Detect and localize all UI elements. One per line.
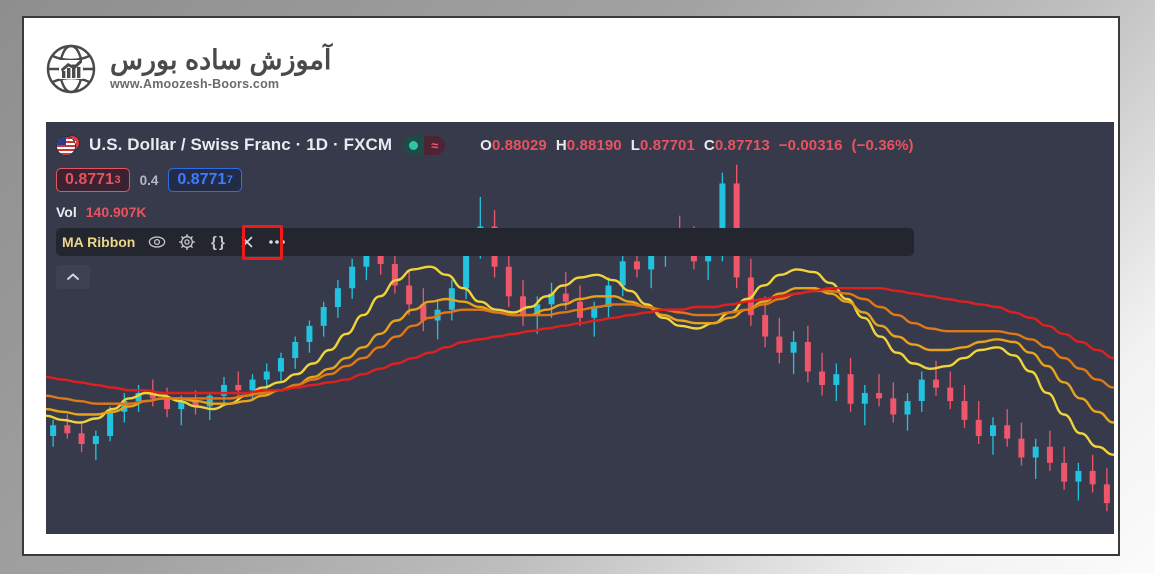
data-delayed-icon: ≈ [424, 136, 445, 155]
status-badge[interactable]: ≈ [403, 136, 445, 155]
ohlc-low-label: L [631, 137, 640, 154]
us-flag-icon [56, 136, 76, 156]
ohlc-change-percent: (−0.36%) [852, 137, 914, 154]
ohlc-open-label: O [480, 137, 492, 154]
eye-icon[interactable] [143, 229, 171, 255]
spread-value: 0.4 [140, 173, 159, 188]
globe-chart-icon [44, 42, 98, 96]
logo-text: آموزش ساده بورس www.Amoozesh-Boors.com [110, 47, 331, 91]
chart-legend: U.S. Dollar / Swiss Franc · 1D · FXCM ≈ … [46, 122, 914, 289]
ohlc-close-label: C [704, 137, 715, 154]
ohlc-close-value: 0.87713 [715, 137, 770, 154]
close-icon[interactable] [233, 229, 261, 255]
ask-price-value: 0.8771 [177, 171, 226, 189]
braces-icon[interactable]: { } [203, 229, 231, 255]
volume-value: 140.907K [86, 204, 147, 220]
indicator-name[interactable]: MA Ribbon [62, 234, 135, 250]
bid-price-value: 0.8771 [65, 171, 114, 189]
ask-price-last-digit: 7 [227, 175, 233, 186]
ohlc-high-value: 0.88190 [567, 137, 622, 154]
ohlc-low-value: 0.87701 [640, 137, 695, 154]
bid-price-badge[interactable]: 0.87713 [56, 168, 130, 192]
ohlc-open-value: 0.88029 [492, 137, 547, 154]
bid-price-last-digit: 3 [114, 175, 120, 186]
ohlc-values: O0.88029 H0.88190 L0.87701 C0.87713 −0.00316… [480, 137, 913, 154]
symbol-title-row: U.S. Dollar / Swiss Franc · 1D · FXCM ≈ … [56, 132, 914, 158]
more-options-icon[interactable] [263, 229, 291, 255]
symbol-title[interactable]: U.S. Dollar / Swiss Franc · 1D · FXCM [89, 135, 392, 155]
logo-persian-title: آموزش ساده بورس [110, 47, 331, 74]
green-dot-icon [409, 141, 418, 150]
indicator-toolbar: MA Ribbon [56, 228, 914, 256]
volume-row[interactable]: Vol 140.907K [56, 200, 914, 224]
volume-label: Vol [56, 204, 77, 220]
logo-website-url: www.Amoozesh-Boors.com [110, 78, 331, 91]
content-card: آموزش ساده بورس www.Amoozesh-Boors.com [22, 16, 1120, 556]
screenshot-root: آموزش ساده بورس www.Amoozesh-Boors.com [0, 0, 1155, 574]
gear-icon[interactable] [173, 229, 201, 255]
collapse-row [56, 265, 914, 289]
ask-price-badge[interactable]: 0.87717 [168, 168, 242, 192]
usd-chf-flags-icon [56, 135, 80, 156]
indicator-row: 08 0.89756 MA Ribbon [56, 228, 914, 260]
market-open-indicator [403, 136, 424, 155]
ohlc-change: −0.00316 [779, 137, 843, 154]
site-logo: آموزش ساده بورس www.Amoozesh-Boors.com [44, 38, 331, 100]
chevron-up-icon[interactable] [56, 265, 90, 289]
tradingview-chart-panel[interactable]: U.S. Dollar / Swiss Franc · 1D · FXCM ≈ … [46, 122, 1114, 534]
bid-ask-row: 0.87713 0.4 0.87717 [56, 165, 914, 195]
ohlc-high-label: H [556, 137, 567, 154]
